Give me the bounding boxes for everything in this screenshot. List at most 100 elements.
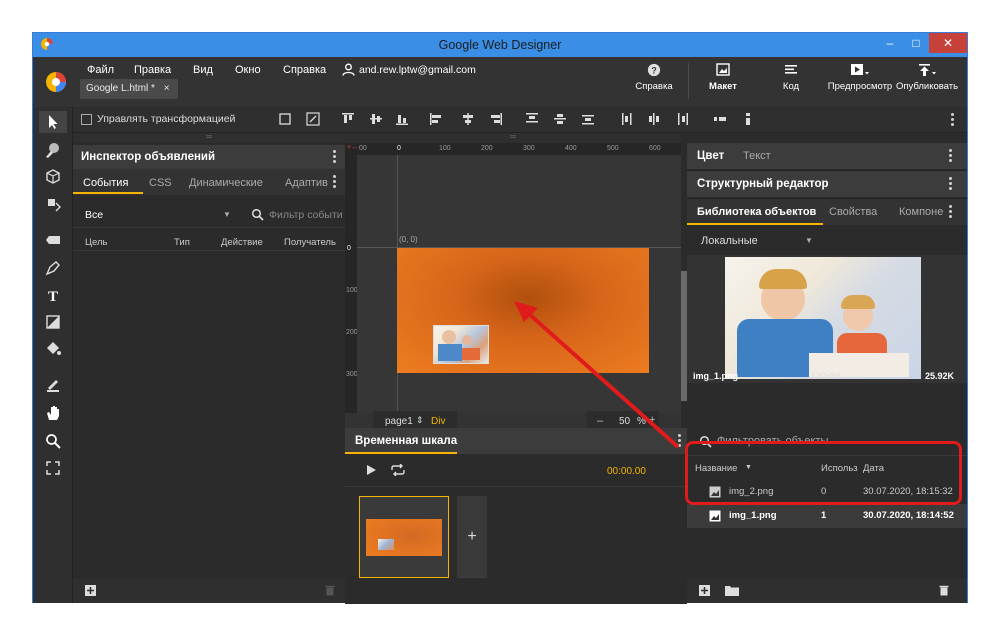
zoom-icon[interactable] [44, 432, 62, 450]
distribute-top-icon[interactable] [525, 112, 539, 126]
minimize-button[interactable]: – [877, 33, 903, 53]
add-asset-icon[interactable] [699, 585, 710, 596]
hand-icon[interactable] [44, 404, 62, 422]
page-thumbnail[interactable] [359, 496, 449, 578]
scope-chevron-icon[interactable]: ▼ [805, 236, 813, 245]
inspector-menu-icon[interactable] [333, 150, 336, 165]
paint-3d-icon[interactable] [44, 141, 62, 159]
distribute-middle-icon[interactable] [553, 112, 567, 126]
tab-components[interactable]: Компоне [899, 206, 943, 218]
events-filter-input[interactable]: Фильтр событий [269, 209, 343, 221]
add-page-button[interactable]: + [457, 496, 487, 578]
timeline-menu-icon[interactable] [678, 434, 681, 449]
origin-label: (0, 0) [399, 235, 418, 244]
fullscreen-icon[interactable] [44, 459, 62, 477]
tab-css[interactable]: CSS [149, 177, 172, 189]
chevron-down-icon[interactable]: ▼ [223, 210, 231, 219]
zoom-in-button[interactable]: + [649, 414, 655, 426]
timeline-time: 00:00.00 [607, 466, 646, 477]
preview-action[interactable]: Предпросмотр [827, 63, 893, 92]
menu-window[interactable]: Окно [235, 64, 261, 76]
tab-text[interactable]: Текст [743, 150, 771, 162]
3d-box-icon[interactable] [44, 168, 62, 186]
ruler-mark-500: 500 [607, 145, 619, 152]
page-name: page1 [385, 416, 413, 427]
scope-select[interactable]: Локальные [701, 235, 758, 247]
tab-dynamic[interactable]: Динамические [189, 177, 263, 189]
zoom-out-button[interactable]: – [597, 415, 603, 427]
search-icon [251, 208, 264, 221]
text-icon[interactable]: T [44, 286, 62, 304]
structure-menu-icon[interactable] [949, 177, 952, 192]
distribute-center-icon[interactable] [647, 112, 661, 126]
zoom-value[interactable]: 50 [619, 416, 630, 427]
account-email[interactable]: and.rew.lptw@gmail.com [359, 64, 476, 76]
menu-help[interactable]: Справка [283, 64, 326, 76]
fill-icon[interactable] [44, 375, 62, 393]
tab-color[interactable]: Цвет [697, 150, 724, 162]
select-arrow-icon[interactable] [44, 113, 62, 131]
code-action[interactable]: Код [771, 63, 811, 92]
align-right-icon[interactable] [489, 112, 503, 126]
align-top-icon[interactable] [341, 112, 355, 126]
kids-image-thumb[interactable] [433, 325, 489, 364]
delete-asset-icon[interactable] [939, 585, 949, 596]
design-stage[interactable]: ═ ×↔ 00 0 100 200 300 400 500 600 0 100 … [345, 133, 687, 451]
layout-action[interactable]: Макет [699, 63, 747, 92]
align-bottom-icon[interactable] [395, 112, 409, 126]
tabs-more-icon[interactable] [333, 175, 336, 190]
tag-icon[interactable] [44, 231, 62, 249]
highlight-frame [685, 441, 962, 505]
document-tab[interactable]: Google L.html * × [80, 79, 178, 99]
menu-edit[interactable]: Правка [134, 64, 171, 76]
align-middle-icon[interactable] [369, 112, 383, 126]
resize-icon[interactable] [305, 111, 321, 127]
preview-play-icon [851, 64, 869, 75]
pen-icon[interactable] [44, 259, 62, 277]
add-event-icon[interactable] [85, 585, 96, 596]
align-left-icon[interactable] [429, 112, 443, 126]
tab-asset-library[interactable]: Библиотека объектов [697, 206, 816, 218]
vruler-mark-100: 100 [346, 287, 358, 294]
column-target: Цель [85, 237, 108, 248]
asset-row-selected[interactable]: img_1.png 1 30.07.2020, 18:14:52 [687, 504, 967, 528]
tab-responsive[interactable]: Адаптив [285, 177, 329, 189]
structure-editor-title[interactable]: Структурный редактор [697, 178, 829, 190]
maximize-button[interactable]: □ [903, 33, 929, 53]
distribute-right-icon[interactable] [675, 112, 689, 126]
asset-uses: 1 [821, 510, 827, 521]
tab-properties[interactable]: Свойства [829, 206, 877, 218]
crop-icon[interactable] [277, 111, 293, 127]
tab-events[interactable]: События [83, 177, 128, 189]
preview-image [725, 257, 921, 379]
distribute-bottom-icon[interactable] [581, 112, 595, 126]
close-button[interactable]: ✕ [929, 33, 967, 53]
add-folder-icon[interactable] [725, 585, 739, 596]
color-panel-menu-icon[interactable] [949, 149, 952, 164]
menu-file[interactable]: Файл [87, 64, 114, 76]
help-action[interactable]: ? Справка [631, 63, 677, 92]
timeline-title[interactable]: Временная шкала [355, 435, 457, 447]
app-window: Google Web Designer – □ ✕ Файл Правка Ви… [32, 32, 968, 604]
transform-checkbox[interactable] [81, 114, 92, 125]
asset-name: img_1.png [729, 510, 777, 521]
distribute-left-icon[interactable] [621, 112, 635, 126]
3d-rotate-icon[interactable] [44, 195, 62, 213]
loop-icon[interactable] [389, 464, 407, 476]
publish-action[interactable]: Опубликовать [895, 63, 959, 92]
delete-event-icon[interactable] [325, 585, 335, 596]
svg-text:T: T [48, 289, 58, 304]
shape-icon[interactable] [44, 313, 62, 331]
inspector-title[interactable]: Инспектор объявлений [73, 145, 345, 169]
space-horizontal-icon[interactable] [713, 112, 727, 126]
library-menu-icon[interactable] [949, 205, 952, 220]
document-tab-close[interactable]: × [164, 83, 170, 94]
column-receiver: Получатель [284, 237, 336, 248]
toolbar-more-icon[interactable] [951, 113, 954, 128]
paint-bucket-icon[interactable] [44, 340, 62, 358]
events-filter-select[interactable]: Все [85, 209, 103, 221]
menu-view[interactable]: Вид [193, 64, 213, 76]
space-vertical-icon[interactable] [741, 112, 755, 126]
play-icon[interactable] [365, 464, 377, 476]
align-center-icon[interactable] [461, 112, 475, 126]
